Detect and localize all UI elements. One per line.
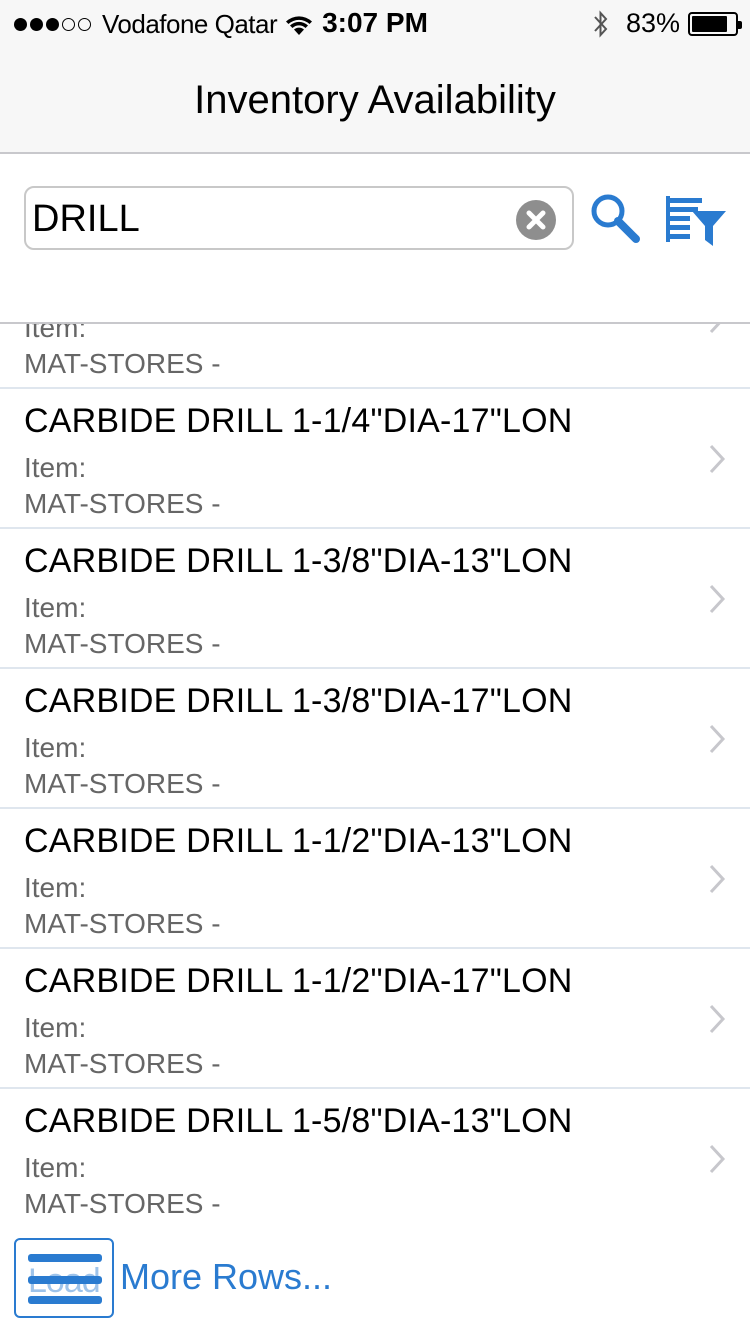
list-item-partial[interactable]: Item: MAT-STORES -: [0, 324, 750, 389]
battery-percent: 83%: [625, 8, 680, 38]
search-input[interactable]: [32, 194, 502, 244]
battery-icon: [688, 11, 742, 36]
store-label: MAT-STORES -: [24, 1188, 221, 1219]
load-more-bar: Load More Rows...: [0, 1228, 750, 1334]
store-label: MAT-STORES -: [24, 908, 221, 939]
chevron-right-icon: [709, 444, 726, 474]
filter-button[interactable]: [666, 194, 728, 252]
app-screen: Vodafone Qatar 3:07 PM 83% Inventory Ava…: [0, 0, 750, 1334]
status-right: 83%: [592, 8, 742, 39]
item-name: CARBIDE DRILL 1-3/8"DIA-17"LON: [24, 682, 573, 720]
item-name: CARBIDE DRILL 1-1/4"DIA-17"LON: [24, 402, 573, 440]
load-more-button[interactable]: Load: [14, 1238, 114, 1318]
item-label: Item:: [24, 1012, 87, 1043]
chevron-right-icon: [709, 724, 726, 754]
page-title: Inventory Availability: [194, 78, 556, 122]
inventory-list[interactable]: Item: MAT-STORES - CARBIDE DRILL 1-1/4"D…: [0, 324, 750, 1226]
clear-search-button[interactable]: [516, 200, 556, 240]
chevron-right-icon: [709, 1004, 726, 1034]
search-icon: [591, 194, 640, 243]
store-label: MAT-STORES -: [24, 348, 221, 379]
store-label: MAT-STORES -: [24, 1048, 221, 1079]
status-bar: Vodafone Qatar 3:07 PM 83%: [0, 0, 750, 50]
item-label: Item:: [24, 324, 87, 343]
list-item[interactable]: CARBIDE DRILL 1-1/4"DIA-17"LON Item: MAT-S…: [0, 389, 750, 529]
list-item[interactable]: CARBIDE DRILL 1-3/8"DIA-17"LON Item: MAT-S…: [0, 669, 750, 809]
list-item[interactable]: CARBIDE DRILL 1-1/2"DIA-17"LON Item: MAT-S…: [0, 949, 750, 1089]
list-item[interactable]: CARBIDE DRILL 1-5/8"DIA-13"LON Item: MAT-S…: [0, 1089, 750, 1226]
item-name: CARBIDE DRILL 1-1/2"DIA-13"LON: [24, 822, 573, 860]
list-item[interactable]: CARBIDE DRILL 1-1/2"DIA-13"LON Item: MAT-S…: [0, 809, 750, 949]
clear-icon: [526, 210, 546, 230]
search-button[interactable]: [588, 192, 644, 248]
item-label: Item:: [24, 732, 87, 763]
item-name: CARBIDE DRILL 1-1/2"DIA-17"LON: [24, 962, 573, 1000]
chevron-right-icon: [709, 864, 726, 894]
top-bar: Vodafone Qatar 3:07 PM 83% Inventory Ava…: [0, 0, 750, 154]
item-name: CARBIDE DRILL 1-3/8"DIA-13"LON: [24, 542, 573, 580]
chevron-right-icon: [709, 324, 721, 334]
load-more-link[interactable]: More Rows...: [120, 1256, 332, 1298]
search-field-container: [24, 186, 574, 250]
filter-list-icon: [666, 196, 726, 246]
inventory-list-scroll: Item: MAT-STORES - CARBIDE DRILL 1-1/4"D…: [0, 324, 750, 1226]
item-name: CARBIDE DRILL 1-5/8"DIA-13"LON: [24, 1102, 573, 1140]
item-label: Item:: [24, 872, 87, 903]
search-bar: [0, 156, 750, 324]
item-label: Item:: [24, 1152, 87, 1183]
store-label: MAT-STORES -: [24, 628, 221, 659]
item-label: Item:: [24, 452, 87, 483]
bluetooth-icon: [594, 9, 608, 38]
store-label: MAT-STORES -: [24, 488, 221, 519]
chevron-right-icon: [709, 584, 726, 614]
list-item[interactable]: CARBIDE DRILL 1-3/8"DIA-13"LON Item: MAT-S…: [0, 529, 750, 669]
chevron-right-icon: [709, 1144, 726, 1174]
store-label: MAT-STORES -: [24, 768, 221, 799]
item-label: Item:: [24, 592, 87, 623]
